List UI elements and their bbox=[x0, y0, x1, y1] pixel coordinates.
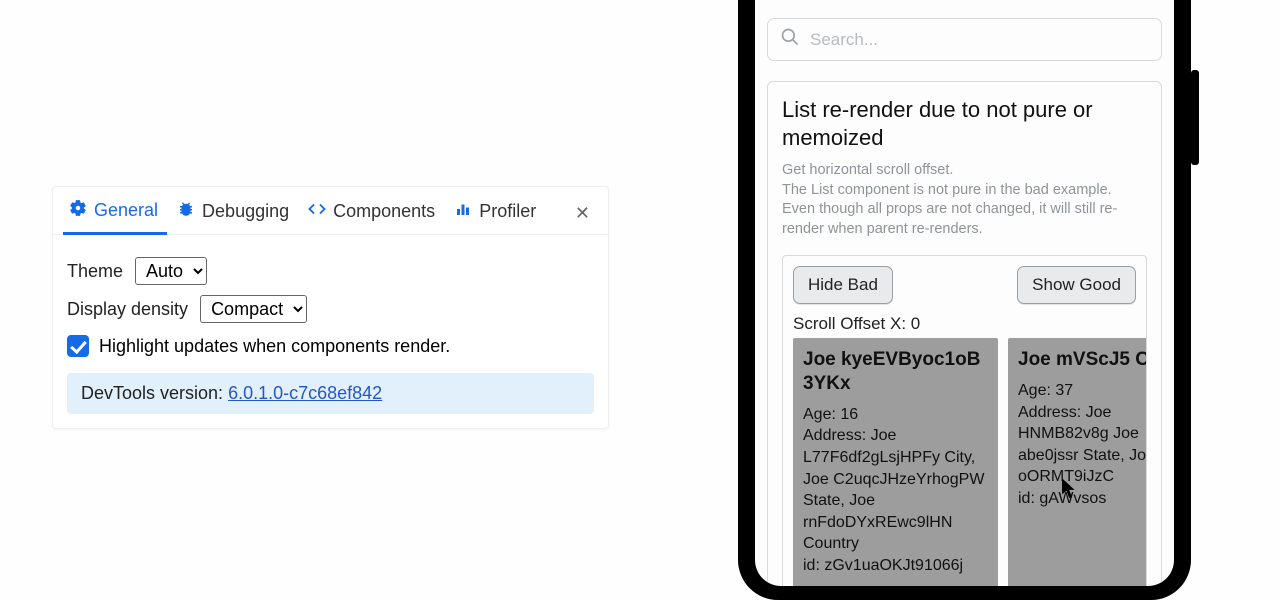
card-address: Address: Joe L77F6df2gLsjHPFy City, Joe … bbox=[803, 425, 988, 555]
tab-general[interactable]: General bbox=[63, 193, 167, 235]
tab-debugging[interactable]: Debugging bbox=[171, 194, 298, 233]
cards-row[interactable]: Joe kyeEVByoc1oB3YKx Age: 16 Address: Jo… bbox=[783, 338, 1146, 586]
devtools-body: Theme Auto Display density Compact Highl… bbox=[53, 235, 608, 428]
phone-frame: List re-render due to not pure or memoiz… bbox=[738, 0, 1191, 600]
example-title: List re-render due to not pure or memoiz… bbox=[782, 96, 1147, 151]
search-field[interactable] bbox=[767, 18, 1162, 61]
code-icon bbox=[308, 200, 326, 223]
density-label: Display density bbox=[67, 299, 188, 320]
card-name: Joe mVScJ5 C bbox=[1018, 348, 1146, 372]
card-name: Joe kyeEVByoc1oB3YKx bbox=[803, 348, 988, 396]
card-address: Address: Joe HNMB82v8g Joe abe0jssr Stat… bbox=[1018, 402, 1146, 488]
bug-icon bbox=[177, 200, 195, 223]
card-age: Age: 16 bbox=[803, 404, 988, 426]
search-icon bbox=[780, 27, 800, 52]
tab-profiler[interactable]: Profiler bbox=[448, 194, 545, 233]
tab-components[interactable]: Components bbox=[302, 194, 444, 233]
scroll-offset-label: Scroll Offset X: 0 bbox=[783, 314, 1146, 338]
version-bar: DevTools version: 6.0.1.0-c7c68ef842 bbox=[67, 373, 594, 414]
phone-screen: List re-render due to not pure or memoiz… bbox=[755, 0, 1174, 586]
list-item[interactable]: Joe kyeEVByoc1oB3YKx Age: 16 Address: Jo… bbox=[793, 338, 998, 586]
tab-label: Components bbox=[333, 201, 435, 222]
close-icon[interactable]: ✕ bbox=[567, 199, 598, 228]
card-age: Age: 37 bbox=[1018, 380, 1146, 402]
demo-box: Hide Bad Show Good Scroll Offset X: 0 Jo… bbox=[782, 255, 1147, 586]
tab-label: Debugging bbox=[202, 201, 289, 222]
example-card: List re-render due to not pure or memoiz… bbox=[767, 81, 1162, 586]
version-label: DevTools version: bbox=[81, 383, 228, 403]
search-input[interactable] bbox=[810, 30, 1149, 50]
tab-label: Profiler bbox=[479, 201, 536, 222]
density-select[interactable]: Compact bbox=[200, 295, 307, 323]
card-id: id: gAWvsos bbox=[1018, 488, 1146, 510]
highlight-updates-checkbox[interactable] bbox=[67, 335, 89, 357]
list-item[interactable]: Joe mVScJ5 C Age: 37 Address: Joe HNMB82… bbox=[1008, 338, 1146, 586]
example-description: Get horizontal scroll offset. The List c… bbox=[782, 161, 1147, 239]
highlight-updates-label: Highlight updates when components render… bbox=[99, 336, 450, 357]
phone-side-button bbox=[1191, 70, 1199, 165]
devtools-panel: General Debugging Components Profiler ✕ … bbox=[52, 186, 609, 429]
gear-icon bbox=[69, 199, 87, 222]
show-good-button[interactable]: Show Good bbox=[1017, 266, 1136, 304]
bar-chart-icon bbox=[454, 200, 472, 223]
version-link[interactable]: 6.0.1.0-c7c68ef842 bbox=[228, 383, 382, 403]
card-id: id: zGv1uaOKJt91066j bbox=[803, 555, 988, 577]
hide-bad-button[interactable]: Hide Bad bbox=[793, 266, 893, 304]
devtools-tabs: General Debugging Components Profiler ✕ bbox=[53, 187, 608, 235]
theme-select[interactable]: Auto bbox=[135, 257, 207, 285]
tab-label: General bbox=[94, 200, 158, 221]
theme-label: Theme bbox=[67, 261, 123, 282]
